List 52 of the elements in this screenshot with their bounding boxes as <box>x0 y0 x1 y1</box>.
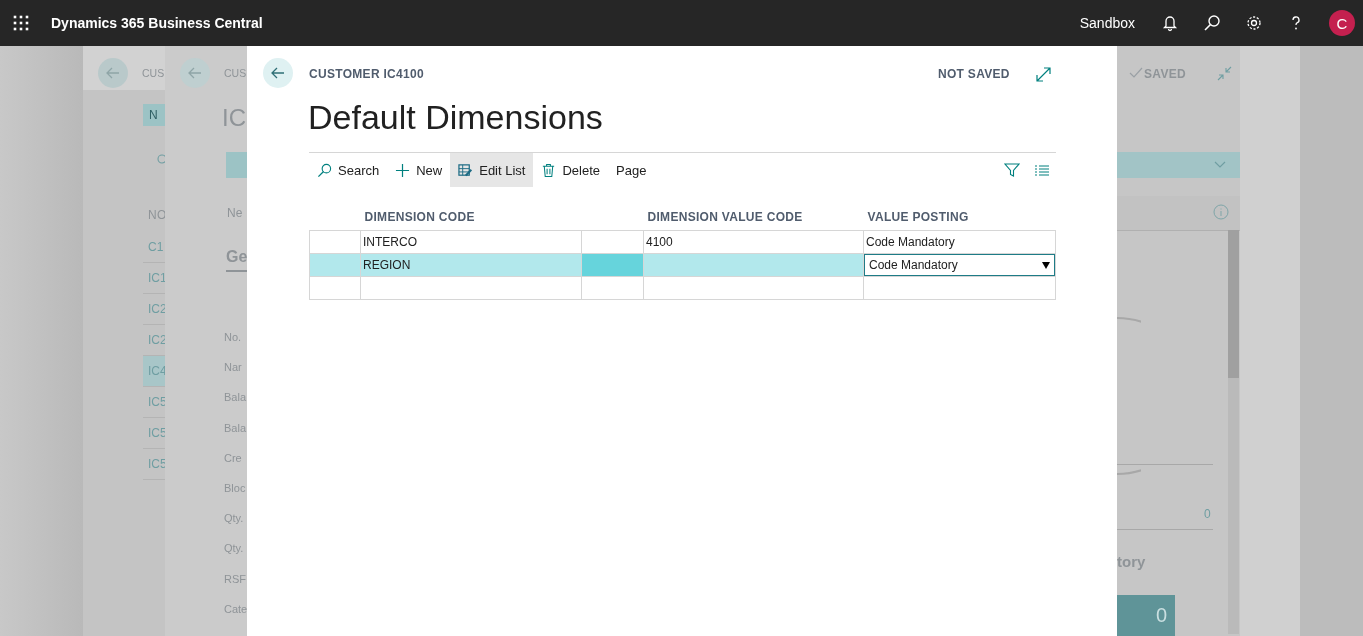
field-label: Qty. <box>224 542 244 555</box>
table-cell: 4100 <box>643 230 864 254</box>
app-launcher-icon[interactable] <box>13 15 29 31</box>
field-label: No. <box>224 331 242 343</box>
field-label: Nar <box>224 361 242 374</box>
list-icon[interactable] <box>1034 162 1050 178</box>
back-arrow-icon <box>270 65 286 81</box>
check-icon <box>1129 67 1143 79</box>
edit-list-icon <box>458 162 474 178</box>
toolbar-button[interactable]: Search <box>309 153 388 187</box>
page-caption: CUS <box>224 67 247 79</box>
plus-icon <box>395 162 411 178</box>
field-label: Qty. <box>224 512 244 525</box>
dropdown-arrow-icon <box>1042 261 1050 269</box>
toolbar-button[interactable]: Delete <box>533 153 609 187</box>
environment-name: Sandbox <box>1079 15 1135 31</box>
user-avatar[interactable]: C <box>1329 10 1355 36</box>
cue-tile[interactable]: 0 <box>1117 595 1175 636</box>
scrollbar-thumb[interactable] <box>1228 230 1239 378</box>
toolbar-button[interactable]: New <box>387 153 451 187</box>
field-label: Cre <box>224 451 242 464</box>
column-header: DIMENSION VALUE CODE <box>643 210 864 231</box>
column-header: DIMENSION CODE <box>360 210 582 231</box>
table-cell: Code Mandatory <box>863 230 1056 254</box>
bell-icon[interactable] <box>1161 14 1179 32</box>
table-cell: REGION <box>360 253 582 277</box>
factbox-value: 0 <box>1204 507 1211 521</box>
settings-icon[interactable] <box>1245 14 1263 32</box>
back-button[interactable] <box>263 58 293 88</box>
dialog-title: Default Dimensions <box>308 98 603 137</box>
toolbar-button[interactable]: Edit List <box>450 153 534 187</box>
trash-icon <box>541 162 557 178</box>
back-arrow-icon <box>187 65 203 81</box>
toolbar-button[interactable]: Page <box>608 153 655 187</box>
value-posting-dropdown[interactable]: Code Mandatory <box>864 254 1055 276</box>
field-label: Bala <box>224 391 247 404</box>
page-caption: CUS <box>142 67 165 79</box>
expand-icon[interactable] <box>1036 67 1051 82</box>
back-arrow-icon <box>105 65 121 81</box>
filter-icon[interactable] <box>1004 162 1020 178</box>
save-status: NOT SAVED <box>938 67 1010 81</box>
field-label: Bala <box>224 421 247 434</box>
app-title: Dynamics 365 Business Central <box>51 15 263 31</box>
field-label: RSF <box>224 572 246 585</box>
column-header: VALUE POSTING <box>863 210 1056 231</box>
action-label: Ne <box>227 206 243 220</box>
page-title: IC <box>222 104 246 132</box>
field-label: Cate <box>224 602 247 615</box>
field-label: Bloc <box>224 482 246 494</box>
action-button[interactable]: N <box>143 104 165 126</box>
dialog-caption: CUSTOMER IC4100 <box>309 67 424 81</box>
table-cell: INTERCO <box>360 230 582 254</box>
